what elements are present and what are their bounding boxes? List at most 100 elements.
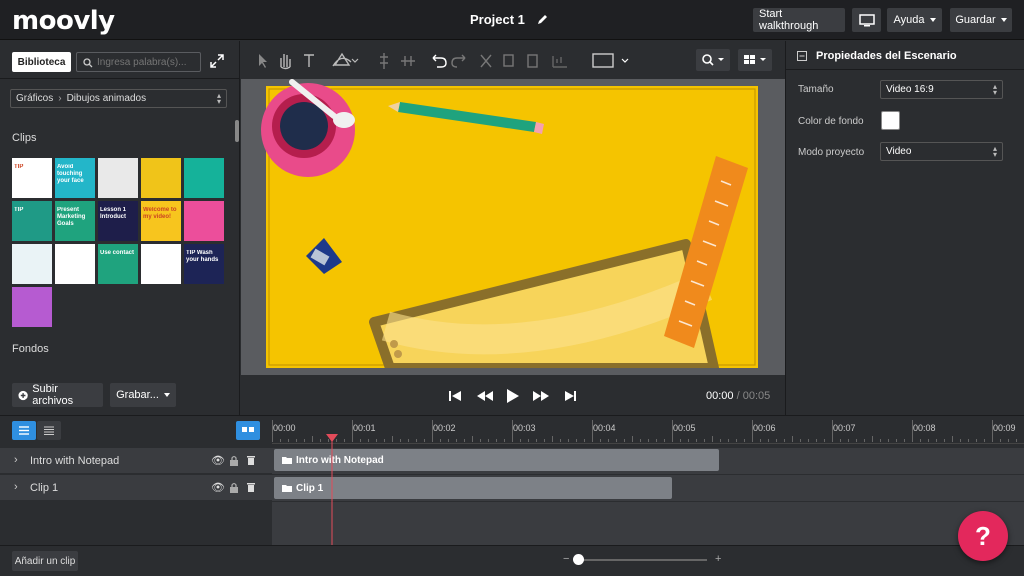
zoom-out-button[interactable]: − [563, 553, 569, 565]
skip-start-icon [449, 391, 461, 401]
list-view-button[interactable] [12, 421, 36, 440]
library-tab[interactable]: Biblioteca [12, 52, 71, 72]
clip-thumbnail[interactable]: Present Marketing Goals [55, 201, 95, 241]
minor-tick-mark [640, 439, 641, 442]
timeline-clip[interactable]: Intro with Notepad [274, 449, 719, 471]
help-menu-button[interactable]: Ayuda [887, 8, 942, 32]
thumbnail-text: Lesson 1 Introduct [100, 207, 127, 220]
clip-thumbnail[interactable] [184, 158, 224, 198]
clip-thumbnail[interactable] [141, 244, 181, 284]
minor-tick-mark [776, 439, 777, 442]
tick-label: 00:05 [673, 423, 696, 433]
library-scrollbar[interactable] [235, 120, 239, 142]
eye-icon[interactable]: 👁 [211, 454, 225, 467]
chevron-down-icon [929, 18, 936, 22]
minor-tick-mark [552, 436, 553, 442]
divider [272, 501, 1024, 502]
minor-tick-mark [312, 436, 313, 442]
save-menu-button[interactable]: Guardar [950, 8, 1012, 32]
minor-tick-mark [560, 439, 561, 442]
category-breadcrumb-select[interactable]: Gráficos › Dibujos animados ▴ ▾ [10, 89, 227, 108]
add-clip-button[interactable]: Añadir un clip [12, 551, 78, 571]
minor-tick-mark [800, 439, 801, 442]
minor-tick-mark [392, 436, 393, 442]
minor-tick-mark [680, 439, 681, 442]
minor-tick-mark [824, 439, 825, 442]
updown-chevron-icon: ▴ ▾ [216, 91, 221, 106]
minor-tick-mark [760, 439, 761, 442]
zoom-slider-track[interactable] [574, 559, 707, 561]
minor-tick-mark [648, 439, 649, 442]
tick-label: 00:00 [273, 423, 296, 433]
zoom-in-button[interactable]: + [715, 553, 721, 565]
clip-thumbnail[interactable] [98, 158, 138, 198]
clip-thumbnail[interactable] [12, 287, 52, 327]
monitor-button[interactable] [852, 8, 881, 32]
total-time: 00:05 [742, 390, 771, 402]
trash-icon[interactable] [246, 454, 256, 466]
save-menu-label: Guardar [955, 14, 996, 26]
clip-thumbnail[interactable]: TIP [12, 158, 52, 198]
minor-tick-mark [656, 439, 657, 442]
lock-icon[interactable] [229, 455, 239, 467]
minor-tick-mark [960, 439, 961, 442]
search-input[interactable] [97, 56, 197, 68]
project-title[interactable]: Project 1 [470, 12, 525, 27]
clip-thumbnail[interactable]: TIP [12, 201, 52, 241]
minor-tick-mark [568, 439, 569, 442]
time-separator: / [736, 390, 740, 402]
breadcrumb-root[interactable]: Gráficos [16, 93, 53, 104]
minor-tick-mark [1008, 439, 1009, 442]
zoom-slider-handle[interactable] [573, 554, 584, 565]
monitor-icon [858, 13, 875, 26]
pencil-icon[interactable] [537, 13, 549, 25]
lock-icon[interactable] [229, 482, 239, 494]
snap-toggle-button[interactable] [236, 421, 260, 440]
coffee-cup-illustration [261, 79, 355, 177]
undo-icon [432, 54, 447, 68]
minor-tick-mark [616, 439, 617, 442]
playhead[interactable] [325, 434, 339, 546]
chevron-right-icon[interactable]: › [14, 481, 18, 493]
clip-label: Intro with Notepad [296, 454, 384, 466]
expand-icon[interactable] [210, 54, 224, 68]
upload-files-button[interactable]: Subir archivos [12, 383, 103, 407]
clip-thumbnail[interactable]: TIP Wash your hands [184, 244, 224, 284]
select-icon [259, 54, 267, 68]
collapse-icon[interactable] [797, 51, 807, 61]
track-row[interactable]: › Intro with Notepad 👁 [0, 448, 272, 474]
minor-tick-mark [440, 439, 441, 442]
minor-tick-mark [984, 439, 985, 442]
compact-view-button[interactable] [37, 421, 61, 440]
chevron-right-icon[interactable]: › [14, 454, 18, 466]
eye-icon[interactable]: 👁 [211, 481, 225, 494]
clip-thumbnail[interactable] [184, 201, 224, 241]
minor-tick-mark [920, 439, 921, 442]
size-select[interactable]: Video 16:9 ▴ ▾ [880, 80, 1003, 99]
minor-tick-mark [872, 436, 873, 442]
clip-thumbnail[interactable] [12, 244, 52, 284]
record-menu-button[interactable]: Grabar... [110, 383, 176, 407]
clip-thumbnail[interactable]: Lesson 1 Introduct [98, 201, 138, 241]
minor-tick-mark [952, 436, 953, 442]
clip-thumbnail[interactable] [55, 244, 95, 284]
library-search[interactable] [76, 52, 201, 72]
compact-list-icon [44, 426, 54, 435]
start-walkthrough-button[interactable]: Start walkthrough [753, 8, 845, 32]
properties-title: Propiedades del Escenario [816, 50, 957, 62]
mode-select[interactable]: Video ▴ ▾ [880, 142, 1003, 161]
clip-thumbnail[interactable]: Avoid touching your face [55, 158, 95, 198]
group-icon [552, 56, 567, 68]
clip-thumbnail[interactable]: Welcome to my video! [141, 201, 181, 241]
track-row[interactable]: › Clip 1 👁 [0, 475, 272, 501]
minor-tick-mark [344, 439, 345, 442]
tick-label: 00:02 [433, 423, 456, 433]
zoom-button [696, 49, 730, 71]
trash-icon[interactable] [246, 481, 256, 493]
bg-color-swatch[interactable] [881, 111, 900, 130]
minor-tick-mark [864, 439, 865, 442]
help-fab-button[interactable]: ? [958, 511, 1008, 561]
clip-thumbnail[interactable] [141, 158, 181, 198]
moovly-logo[interactable]: moovly [12, 6, 115, 36]
clip-thumbnail[interactable]: Use contact [98, 244, 138, 284]
